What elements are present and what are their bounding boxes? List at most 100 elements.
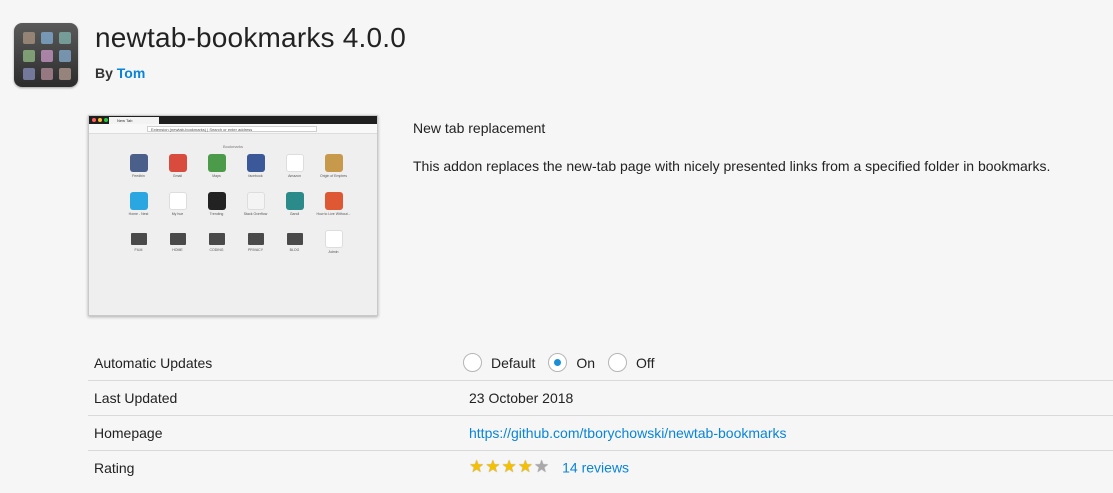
screenshot-bookmark-label: Maps [212,174,221,178]
star-filled-icon: ★ [501,457,517,477]
reviews-link[interactable]: 14 reviews [562,459,629,475]
author-link[interactable]: Tom [117,65,146,81]
bookmark-icon [324,230,343,248]
detail-row-homepage: Homepage https://github.com/tborychowski… [88,416,1113,451]
auto-updates-radio-group: Default On Off [463,353,667,372]
screenshot-url-field: Extension (newtab-bookmarks) | Search or… [147,126,317,132]
screenshot-bookmark: Origin of Empires [314,154,353,178]
screenshot-bookmark-label: How to Live Without... [316,212,351,216]
screenshot-tabstrip: New Tab [89,116,377,124]
radio-button[interactable] [608,353,628,372]
screenshot-bookmark: How to Live Without... [314,192,353,216]
icon-grid-cell [41,50,53,62]
screenshot-bookmark-label: facebook [248,174,263,178]
last-updated-label: Last Updated [94,390,178,406]
screenshot-bookmark: PRIVACY [236,230,275,254]
screenshot-bookmark: FILM [119,230,158,254]
auto-updates-option-on[interactable]: On [548,353,595,372]
radio-button[interactable] [548,353,568,372]
screenshot-bookmark: Admin [314,230,353,254]
detail-row-rating: Rating ★ ★ ★ ★ ★ 14 reviews [88,451,1113,486]
auto-updates-option-off[interactable]: Off [608,353,654,372]
screenshot-bookmark: BLOG [275,230,314,254]
homepage-link[interactable]: https://github.com/tborychowski/newtab-b… [469,425,786,441]
folder-icon [169,233,186,245]
screenshot-urlbar: Extension (newtab-bookmarks) | Search or… [89,124,377,134]
bookmark-icon [168,192,187,210]
icon-grid-cell [23,32,35,44]
bookmark-icon [129,192,148,210]
screenshot-bookmark: HOME [158,230,197,254]
screenshot-bookmark-label: Admin [328,250,339,254]
rating-label: Rating [94,460,135,476]
icon-grid-cell [41,68,53,80]
screenshot-bookmark-label: Gandi [289,212,300,216]
detail-row-auto-updates: Automatic Updates Default On Off [88,346,1113,381]
screenshot-bookmark-label: CODING [209,248,224,252]
addon-icon [14,23,78,87]
screenshot-bookmark-label: HOME [172,248,183,252]
bookmark-icon [285,192,304,210]
icon-grid-cell [41,32,53,44]
rating-stars: ★ ★ ★ ★ ★ [469,457,550,477]
screenshot-bookmark: Feedbin [119,154,158,178]
bookmark-icon [246,192,265,210]
bookmark-icon [246,154,265,172]
maximize-dot-icon [104,118,108,122]
screenshot-bookmark-label: My hue [171,212,184,216]
screenshot-bookmark-label: Amazon [288,174,301,178]
last-updated-value: 23 October 2018 [469,390,574,406]
bookmark-icon [207,192,226,210]
screenshot-bookmark: CODING [197,230,236,254]
screenshot-bookmark: Trending [197,192,236,216]
radio-label: Default [491,354,536,371]
addon-description: This addon replaces the new-tab page wit… [413,158,1051,174]
screenshot-bookmark-label: Home - Nest [128,212,149,216]
screenshot-bookmarks-grid: Feedbin Gmail Maps facebook Amazon Origin of … [119,154,353,254]
icon-grid-cell [59,50,71,62]
star-filled-icon: ★ [517,457,533,477]
radio-label: Off [636,354,655,371]
screenshot-bookmark: Amazon [275,154,314,178]
screenshot-bookmark-label: Origin of Empires [319,174,348,178]
screenshot-bookmark: Maps [197,154,236,178]
radio-button[interactable] [463,353,482,372]
icon-grid-cell [59,68,71,80]
addon-summary: New tab replacement [413,120,546,136]
icon-grid-cell [59,32,71,44]
auto-updates-label: Automatic Updates [94,355,213,371]
screenshot-bookmark-label: Gmail [172,174,183,178]
author-byline: By Tom [95,65,145,81]
addon-title: newtab-bookmarks 4.0.0 [95,22,407,53]
bookmark-icon [168,154,187,172]
addon-screenshot[interactable]: New Tab Extension (newtab-bookmarks) | S… [88,115,378,316]
auto-updates-option-default[interactable]: Default [463,353,535,372]
addon-icon-grid [23,32,71,80]
bookmark-icon [324,154,343,172]
screenshot-bookmark: My hue [158,192,197,216]
star-filled-icon: ★ [485,457,501,477]
close-dot-icon [92,118,96,122]
folder-icon [286,233,303,245]
radio-label: On [576,354,596,371]
screenshot-bookmarks-title: Bookmarks [222,144,243,149]
folder-icon [208,233,225,245]
screenshot-bookmark-label: FILM [134,248,143,252]
screenshot-bookmark-label: Feedbin [132,174,145,178]
bookmark-icon [324,192,343,210]
detail-row-last-updated: Last Updated 23 October 2018 [88,381,1113,416]
screenshot-bookmark: Gandi [275,192,314,216]
homepage-label: Homepage [94,425,163,441]
minimize-dot-icon [98,118,102,122]
screenshot-bookmark: Stack Overflow [236,192,275,216]
icon-grid-cell [23,68,35,80]
screenshot-bookmark-label: Stack Overflow [243,212,268,216]
icon-grid-cell [23,50,35,62]
star-filled-icon: ★ [469,457,485,477]
star-empty-icon: ★ [534,457,550,477]
screenshot-bookmark-label: PRIVACY [247,248,264,252]
screenshot-bookmark: Gmail [158,154,197,178]
screenshot-bookmark: facebook [236,154,275,178]
screenshot-bookmark-label: BLOG [289,248,300,252]
bookmark-icon [129,154,148,172]
